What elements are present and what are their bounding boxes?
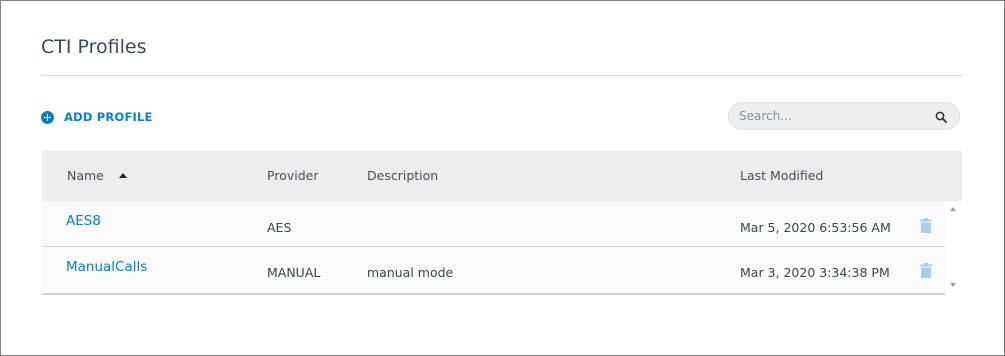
trash-icon[interactable] xyxy=(920,218,932,233)
last-modified-cell: Mar 5, 2020 6:53:56 AM xyxy=(740,220,891,235)
column-header-last-modified[interactable]: Last Modified xyxy=(740,168,823,183)
table-header: Name Provider Description Last Modified xyxy=(42,151,962,201)
add-profile-label: ADD PROFILE xyxy=(64,110,153,124)
profile-name-link[interactable]: ManualCalls xyxy=(66,259,147,275)
table-scrollbar[interactable] xyxy=(945,201,962,295)
trash-icon[interactable] xyxy=(920,263,932,278)
profiles-table: Name Provider Description Last Modified … xyxy=(42,151,962,295)
title-divider xyxy=(41,75,962,76)
search-input[interactable] xyxy=(739,105,919,127)
provider-cell: MANUAL xyxy=(267,265,321,280)
last-modified-cell: Mar 3, 2020 3:34:38 PM xyxy=(740,265,890,280)
provider-cell: AES xyxy=(267,220,292,235)
table-row: ManualCalls MANUAL manual mode Mar 3, 20… xyxy=(42,247,945,295)
sort-ascending-icon[interactable] xyxy=(119,173,127,178)
add-profile-button[interactable]: ADD PROFILE xyxy=(41,109,153,125)
search-icon[interactable] xyxy=(935,111,947,123)
page-title: CTI Profiles xyxy=(41,36,147,58)
profile-name-link[interactable]: AES8 xyxy=(66,213,101,229)
scroll-up-icon[interactable] xyxy=(950,207,956,211)
description-cell: manual mode xyxy=(367,265,454,280)
column-header-name[interactable]: Name xyxy=(67,168,104,183)
column-header-description[interactable]: Description xyxy=(367,168,438,183)
search-box xyxy=(728,102,960,130)
plus-circle-icon xyxy=(41,110,54,124)
table-row: AES8 AES Mar 5, 2020 6:53:56 AM xyxy=(42,201,945,247)
scroll-down-icon[interactable] xyxy=(950,283,956,287)
column-header-provider[interactable]: Provider xyxy=(267,168,318,183)
cti-profiles-panel: CTI Profiles ADD PROFILE Name Provider D… xyxy=(0,0,1005,356)
